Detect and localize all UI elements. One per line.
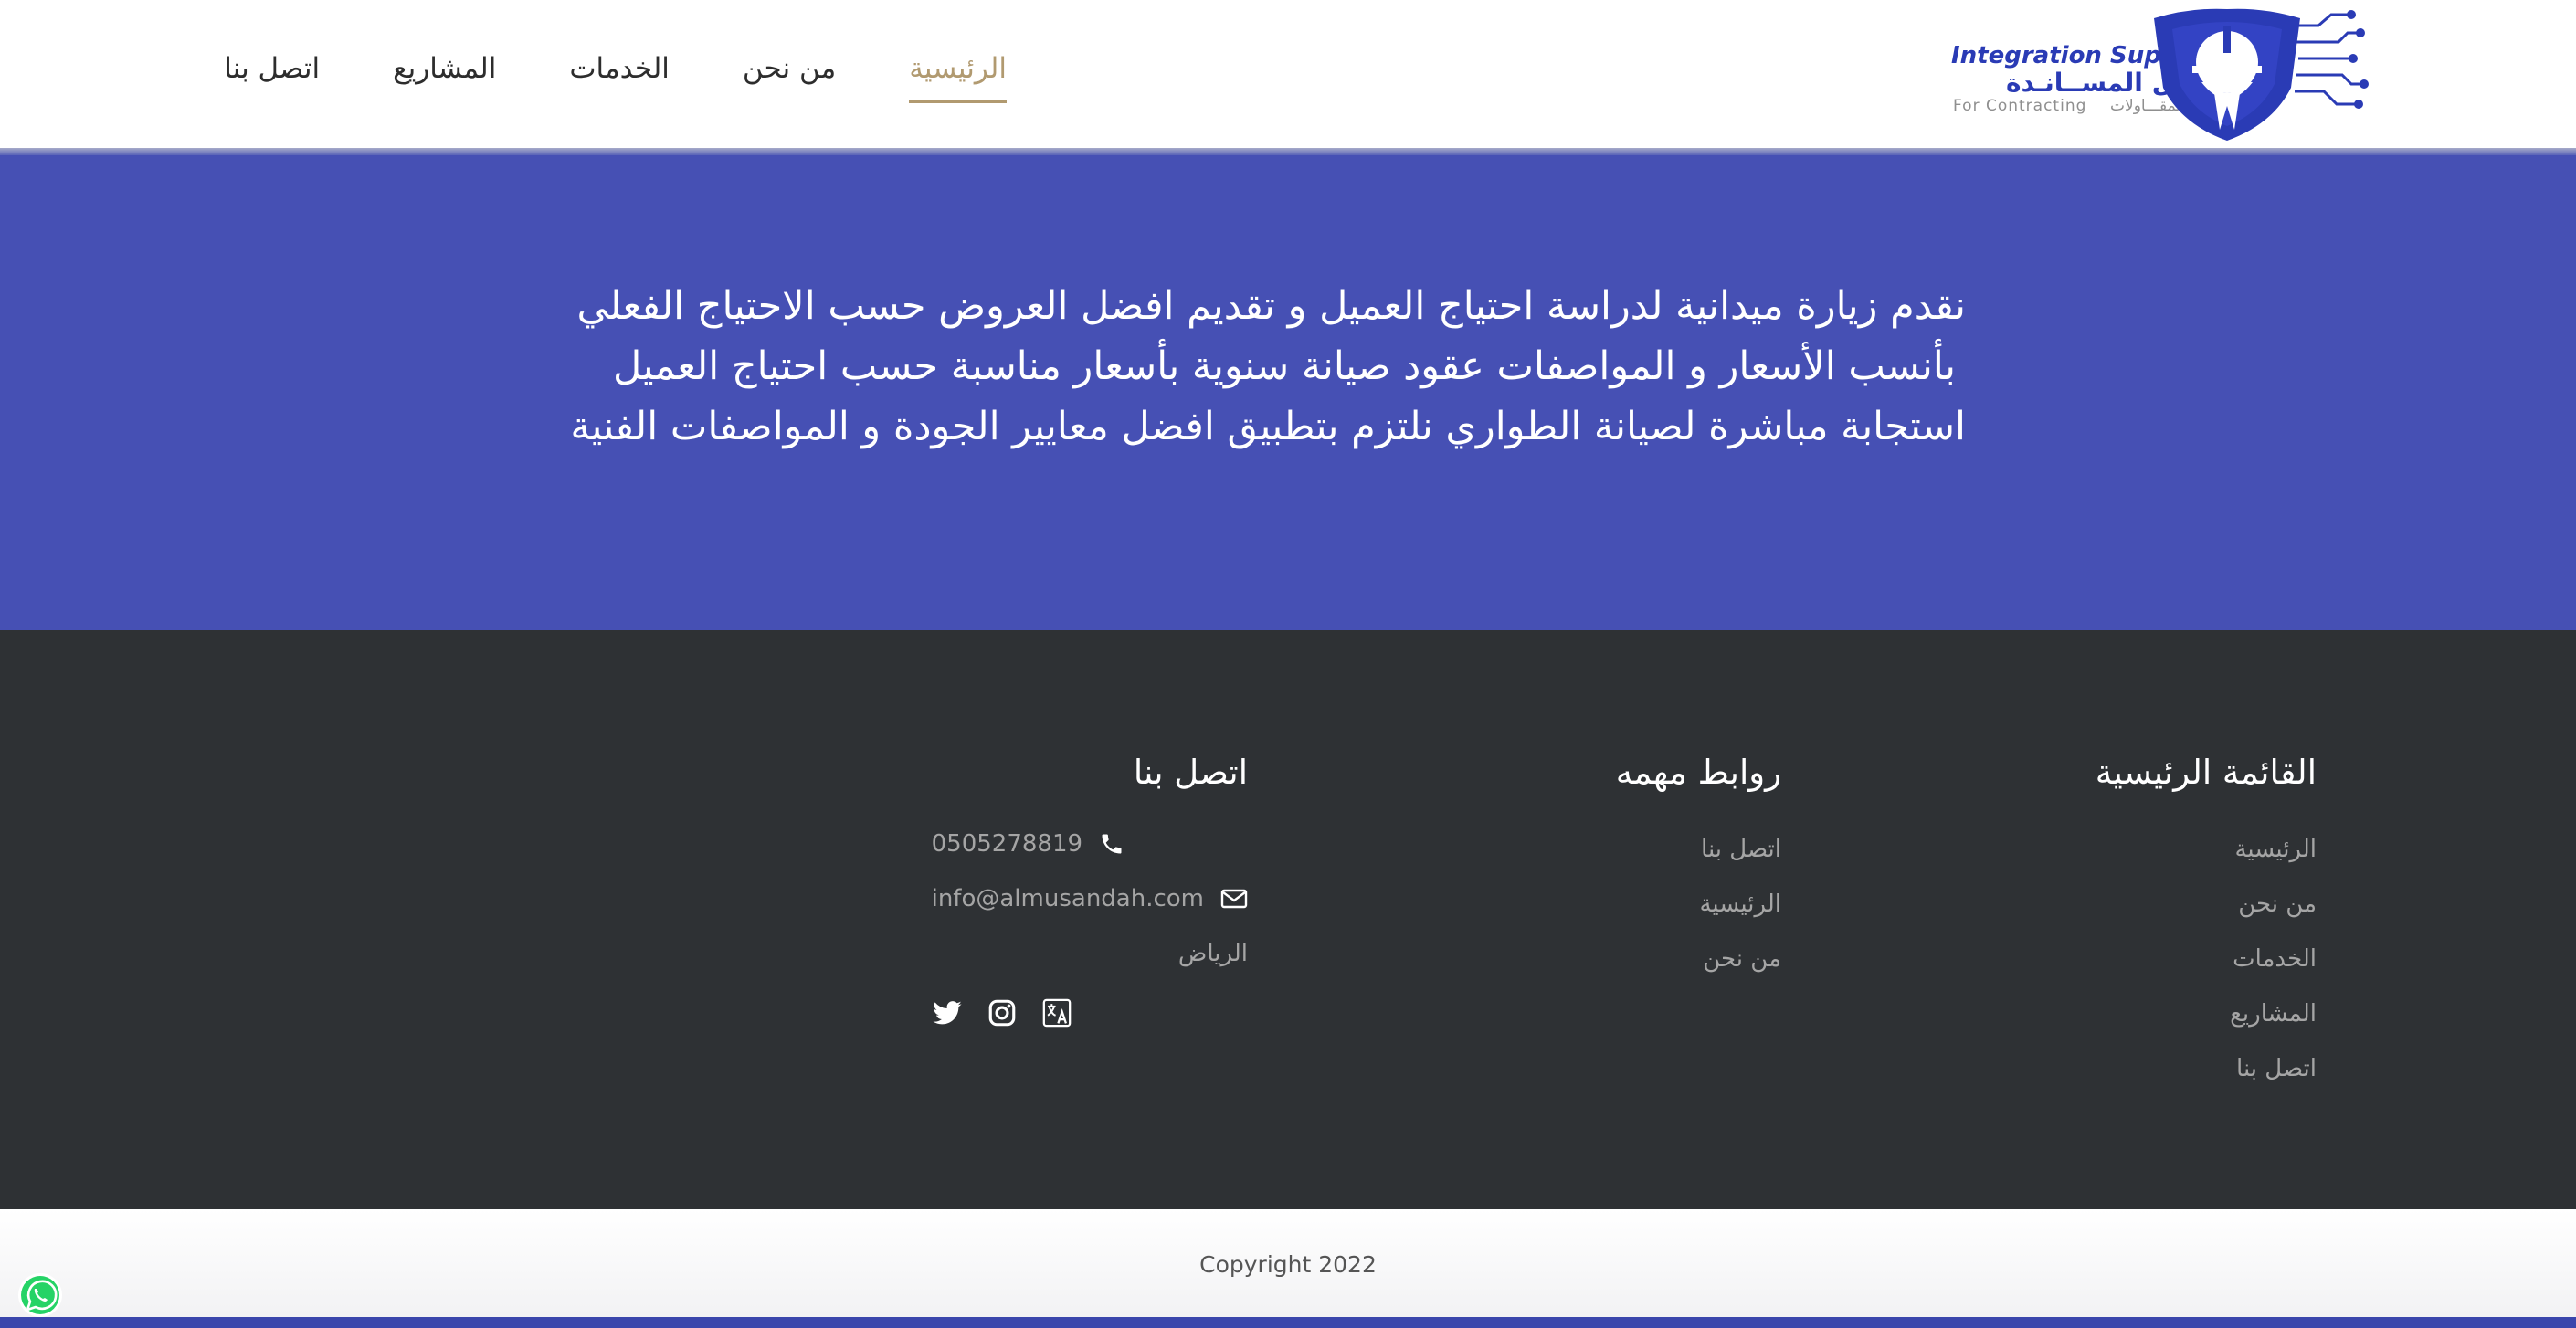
footer-link-projects[interactable]: المشاريع [2096,986,2317,1041]
footer-important-link-about[interactable]: من نحن [1616,932,1781,986]
footer-important-link-home[interactable]: الرئيسية [1616,877,1781,932]
footer-city: الرياض [1177,940,1248,967]
nav-item-about[interactable]: من نحن [743,47,836,100]
nav-item-services[interactable]: الخدمات [569,47,670,100]
hero-line-2: بأنسب الأسعار و المواصفات عقود صيانة سنو… [613,343,1956,389]
footer-important-links-title: روابط مهمه [1615,753,1781,792]
copyright-bar: Copyright 2022 [0,1209,2576,1317]
footer-link-services[interactable]: الخدمات [2096,932,2317,986]
whatsapp-icon[interactable] [16,1271,64,1319]
footer-link-contact[interactable]: اتصل بنا [2096,1041,2317,1096]
footer-phone-row: 0505278819 [932,817,1248,871]
social-links [932,997,1248,1028]
hero-line-1: نقدم زيارة ميدانية لدراسة احتياج العميل … [576,283,1967,329]
nav-item-contact[interactable]: اتصل بنا [224,47,320,100]
translate-icon[interactable] [1041,997,1072,1028]
footer-important-link-contact[interactable]: اتصل بنا [1616,822,1781,877]
footer-main-menu: القائمة الرئيسية الرئيسية من نحن الخدمات… [2096,749,2317,1096]
twitter-icon[interactable] [932,997,963,1028]
footer-email-row: info@almusandah.com [932,871,1248,926]
nav-item-home[interactable]: الرئيسية [909,47,1007,103]
footer-contact: اتصل بنا 0505278819 info@almusandah.com … [932,749,1248,1028]
logo-tagline-en: For Contracting [1953,97,2087,115]
envelope-icon [1220,888,1248,910]
nav-item-projects[interactable]: المشاريع [393,47,496,100]
hero-banner: نقدم زيارة ميدانية لدراسة احتياج العميل … [0,155,2576,630]
helmet-shield-logo-icon [2154,8,2369,142]
instagram-icon[interactable] [987,997,1018,1028]
header-divider [0,148,2576,155]
site-logo[interactable]: Integration Supports تكـامـل المســانـدة… [1948,5,2369,142]
phone-icon [1099,831,1124,857]
footer-email[interactable]: info@almusandah.com [932,885,1204,912]
footer-link-home[interactable]: الرئيسية [2096,822,2317,877]
footer-phone[interactable]: 0505278819 [932,830,1082,858]
footer-main-menu-title: القائمة الرئيسية [2095,753,2317,792]
footer-link-about[interactable]: من نحن [2096,877,2317,932]
site-footer: القائمة الرئيسية الرئيسية من نحن الخدمات… [0,630,2576,1209]
footer-important-links: روابط مهمه اتصل بنا الرئيسية من نحن [1616,749,1781,986]
footer-contact-title: اتصل بنا [1133,753,1248,792]
main-nav: الرئيسية من نحن الخدمات المشاريع اتصل بن… [151,47,1007,103]
hero-line-3: استجابة مباشرة لصيانة الطواري نلتزم بتطب… [570,404,1966,449]
hero-text: نقدم زيارة ميدانية لدراسة احتياج العميل … [570,276,1967,457]
bottom-accent-strip [0,1317,2576,1328]
site-header: الرئيسية من نحن الخدمات المشاريع اتصل بن… [0,0,2576,150]
copyright-text: Copyright 2022 [1199,1251,1377,1278]
